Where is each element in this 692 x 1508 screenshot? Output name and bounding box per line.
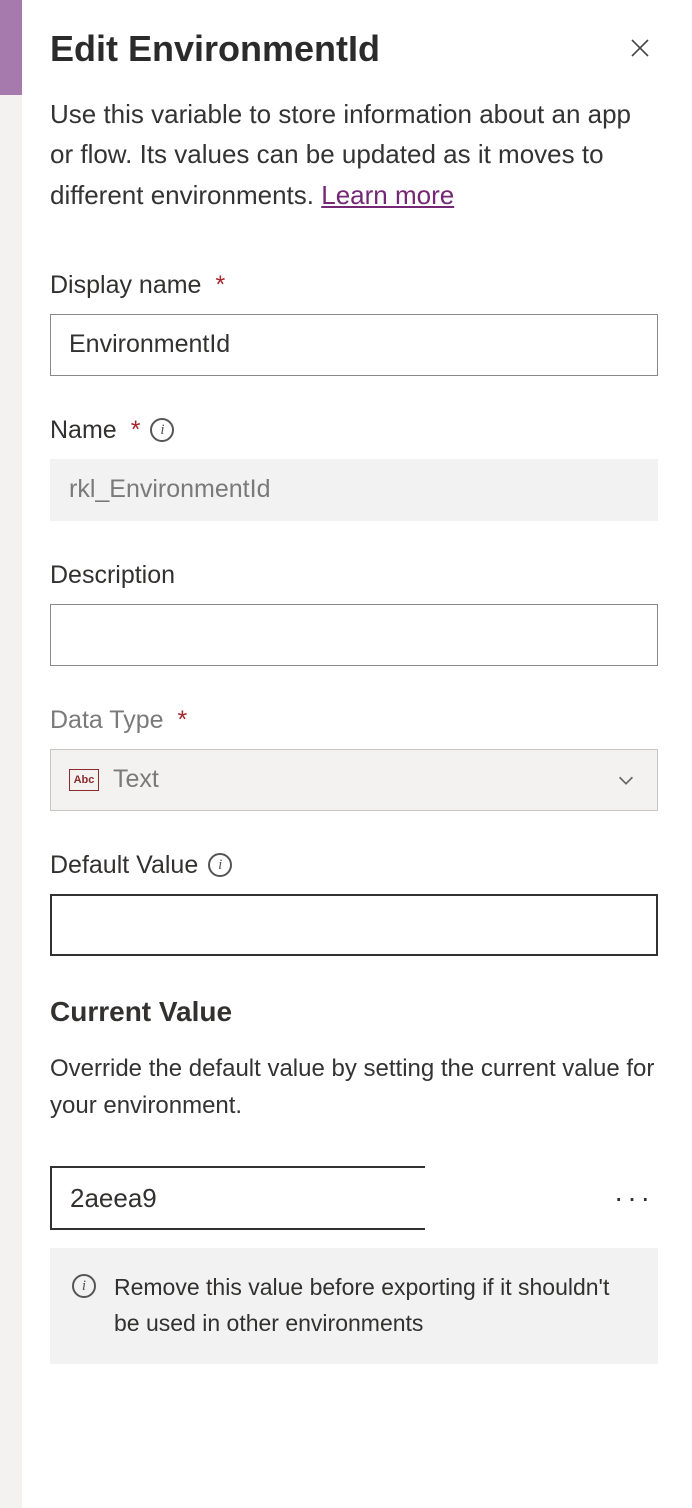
text-type-icon: Abc <box>69 769 99 791</box>
display-name-label: Display name <box>50 271 201 300</box>
required-asterisk: * <box>215 271 225 300</box>
field-default-value: Default Value i <box>50 851 658 956</box>
app-background-strip <box>0 95 22 1508</box>
current-value-row: ··· <box>50 1166 658 1230</box>
current-value-heading: Current Value <box>50 996 658 1028</box>
close-button[interactable] <box>622 30 658 69</box>
close-icon <box>628 36 652 60</box>
panel-description: Use this variable to store information a… <box>50 94 658 215</box>
description-label: Description <box>50 561 175 590</box>
info-icon[interactable]: i <box>150 418 174 442</box>
required-asterisk: * <box>178 706 188 735</box>
more-options-button[interactable]: ··· <box>610 1176 658 1220</box>
chevron-down-icon <box>615 769 637 791</box>
panel-title: Edit EnvironmentId <box>50 28 380 70</box>
info-icon: i <box>72 1274 96 1298</box>
name-label: Name <box>50 416 117 445</box>
export-warning-text: Remove this value before exporting if it… <box>114 1270 636 1341</box>
info-icon[interactable]: i <box>208 853 232 877</box>
data-type-label: Data Type <box>50 706 164 735</box>
field-name: Name * i <box>50 416 658 521</box>
description-input[interactable] <box>50 604 658 666</box>
panel-header: Edit EnvironmentId <box>50 28 658 70</box>
default-value-label: Default Value <box>50 851 198 880</box>
current-value-input-wrap <box>50 1166 590 1230</box>
field-display-name: Display name * <box>50 271 658 376</box>
field-data-type: Data Type * Abc Text <box>50 706 658 811</box>
current-value-subtext: Override the default value by setting th… <box>50 1050 658 1124</box>
edit-variable-panel: Edit EnvironmentId Use this variable to … <box>30 28 670 1404</box>
default-value-input[interactable] <box>50 894 658 956</box>
learn-more-link[interactable]: Learn more <box>321 180 454 210</box>
field-description: Description <box>50 561 658 666</box>
export-warning-note: i Remove this value before exporting if … <box>50 1248 658 1363</box>
data-type-select[interactable]: Abc Text <box>50 749 658 811</box>
required-asterisk: * <box>131 416 141 445</box>
display-name-input[interactable] <box>50 314 658 376</box>
app-accent-strip <box>0 0 22 95</box>
name-input <box>50 459 658 521</box>
more-icon: ··· <box>614 1182 654 1213</box>
redaction-overlay <box>200 1168 500 1228</box>
data-type-selected: Text <box>113 765 159 794</box>
